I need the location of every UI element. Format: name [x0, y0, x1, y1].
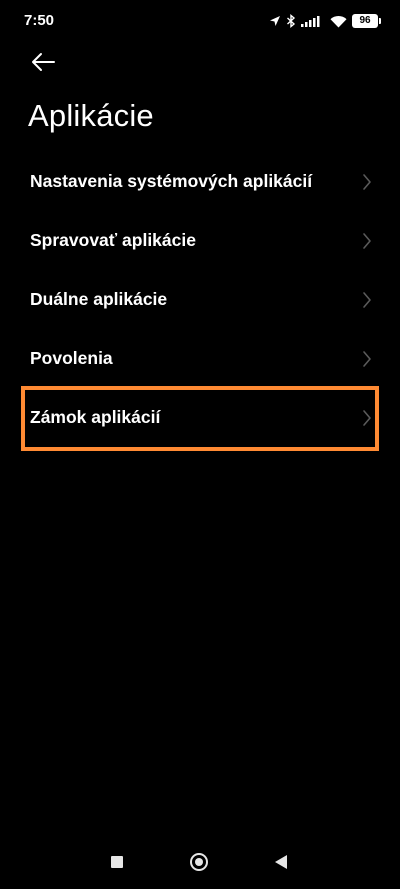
status-time: 7:50	[24, 12, 55, 29]
list-item-system-app-settings[interactable]: Nastavenia systémových aplikácií	[0, 152, 400, 211]
chevron-right-icon	[362, 291, 372, 309]
list-item-label: Zámok aplikácií	[30, 407, 161, 427]
status-bar: 7:50 96	[0, 0, 400, 44]
list-item-label: Duálne aplikácie	[30, 289, 168, 309]
location-icon	[269, 15, 281, 27]
list-item-manage-apps[interactable]: Spravovať aplikácie	[0, 211, 400, 270]
settings-list: Nastavenia systémových aplikácií Spravov…	[0, 152, 400, 447]
back-button[interactable]	[28, 50, 58, 78]
arrow-left-icon	[30, 52, 56, 77]
wifi-icon	[330, 15, 347, 28]
chevron-right-icon	[362, 409, 372, 427]
chevron-right-icon	[362, 173, 372, 191]
chevron-right-icon	[362, 232, 372, 250]
recents-icon[interactable]	[111, 856, 123, 868]
status-icons: 96	[269, 11, 381, 31]
page-title: Aplikácie	[28, 98, 154, 133]
list-item-label: Povolenia	[30, 348, 113, 368]
nav-bar	[0, 839, 400, 889]
signal-icon	[301, 15, 325, 27]
list-item-label: Nastavenia systémových aplikácií	[30, 171, 313, 191]
list-item-label: Spravovať aplikácie	[30, 230, 196, 250]
bluetooth-icon	[286, 14, 296, 28]
list-item-app-lock[interactable]: Zámok aplikácií	[0, 388, 400, 447]
list-item-dual-apps[interactable]: Duálne aplikácie	[0, 270, 400, 329]
home-icon[interactable]	[190, 853, 208, 871]
chevron-right-icon	[362, 350, 372, 368]
back-triangle-icon[interactable]	[275, 855, 287, 869]
list-item-permissions[interactable]: Povolenia	[0, 329, 400, 388]
battery-icon: 96	[352, 14, 381, 28]
